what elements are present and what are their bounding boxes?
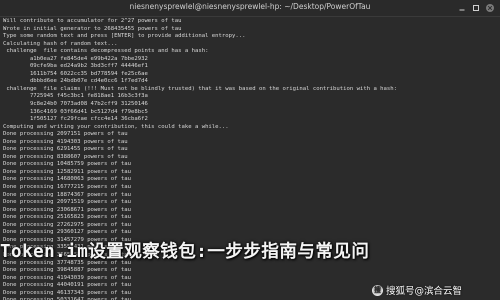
- minimize-icon: [459, 9, 465, 11]
- terminal-line: Done processing 41943039 powers of tau: [3, 274, 131, 281]
- terminal-line: Wrote in initial generator to 268435455 …: [3, 25, 182, 32]
- terminal-line: Done processing 6291455 powers of tau: [3, 146, 128, 153]
- watermark-text: 搜狐号@滨合云智: [386, 286, 463, 297]
- article-headline: Token.im设置观察钱包:一步步指南与常见问: [0, 242, 370, 262]
- terminal-line: Done processing 18874367 powers of tau: [3, 191, 131, 198]
- terminal-line: 7725945 f45c3bc1 fe818ae1 16b3c3f3a: [3, 93, 148, 100]
- minimize-button[interactable]: [458, 4, 466, 12]
- window-title: niesnenysprewlel@niesnenysprewlel-hp: ~/…: [129, 2, 371, 11]
- sohu-logo-icon: 搜: [372, 285, 383, 296]
- terminal-line: Done processing 23068671 powers of tau: [3, 206, 131, 213]
- terminal-line: challenge file contains decompressed poi…: [3, 48, 209, 55]
- terminal-line: 1611b754 6022cc35 bd778594 fe25c6ae: [3, 70, 148, 77]
- terminal-line: Will contribute to accumulator for 2^27 …: [3, 18, 182, 24]
- terminal-line: Done processing 27262975 powers of tau: [3, 221, 131, 228]
- terminal-line: 136c4169 03f66d41 bc5127d4 f79e8bc5: [3, 108, 148, 115]
- title-bar: niesnenysprewlel@niesnenysprewlel-hp: ~/…: [0, 0, 500, 17]
- maximize-icon: [473, 5, 479, 11]
- terminal-line: Computing and writing your contribution,…: [3, 123, 229, 130]
- terminal-line: a1b0ea27 fe845de4 e99b422a 7bbe2932: [3, 55, 148, 62]
- close-button[interactable]: [486, 4, 494, 12]
- terminal-line: Type some random text and press [ENTER] …: [3, 33, 246, 40]
- close-icon: [487, 5, 493, 11]
- terminal-line: dbbbd6ee 24bdb07e cd4e0cc6 1f7ed7d4: [3, 78, 148, 85]
- terminal-line: Calculating hash of random text...: [3, 40, 118, 47]
- terminal-line: challenge file claims (!!! Must not be b…: [3, 85, 398, 92]
- terminal-line: Done processing 8388607 powers of tau: [3, 153, 128, 160]
- terminal-line: 1f505127 fc29fcae cfcc4e14 36cba6f2: [3, 116, 148, 123]
- terminal-line: 09cfe9ba ed24a9b2 3bd3cff7 44446ef1: [3, 63, 148, 70]
- terminal-line: 9c8e24b0 7073ad08 47b2cff9 31250146: [3, 101, 148, 108]
- terminal-line: Done processing 4194303 powers of tau: [3, 138, 128, 145]
- source-watermark: 搜 搜狐号@滨合云智: [372, 283, 463, 299]
- terminal-line: Done processing 2097151 powers of tau: [3, 131, 128, 138]
- terminal-line: Done processing 20971519 powers of tau: [3, 199, 131, 206]
- terminal-line: Done processing 16777215 powers of tau: [3, 184, 131, 191]
- terminal-line: Done processing 10485759 powers of tau: [3, 161, 131, 168]
- maximize-button[interactable]: [472, 4, 480, 12]
- terminal-line: Done processing 12582911 powers of tau: [3, 168, 131, 175]
- terminal-line: Done processing 14680063 powers of tau: [3, 176, 131, 183]
- terminal-line: Done processing 25165823 powers of tau: [3, 214, 131, 221]
